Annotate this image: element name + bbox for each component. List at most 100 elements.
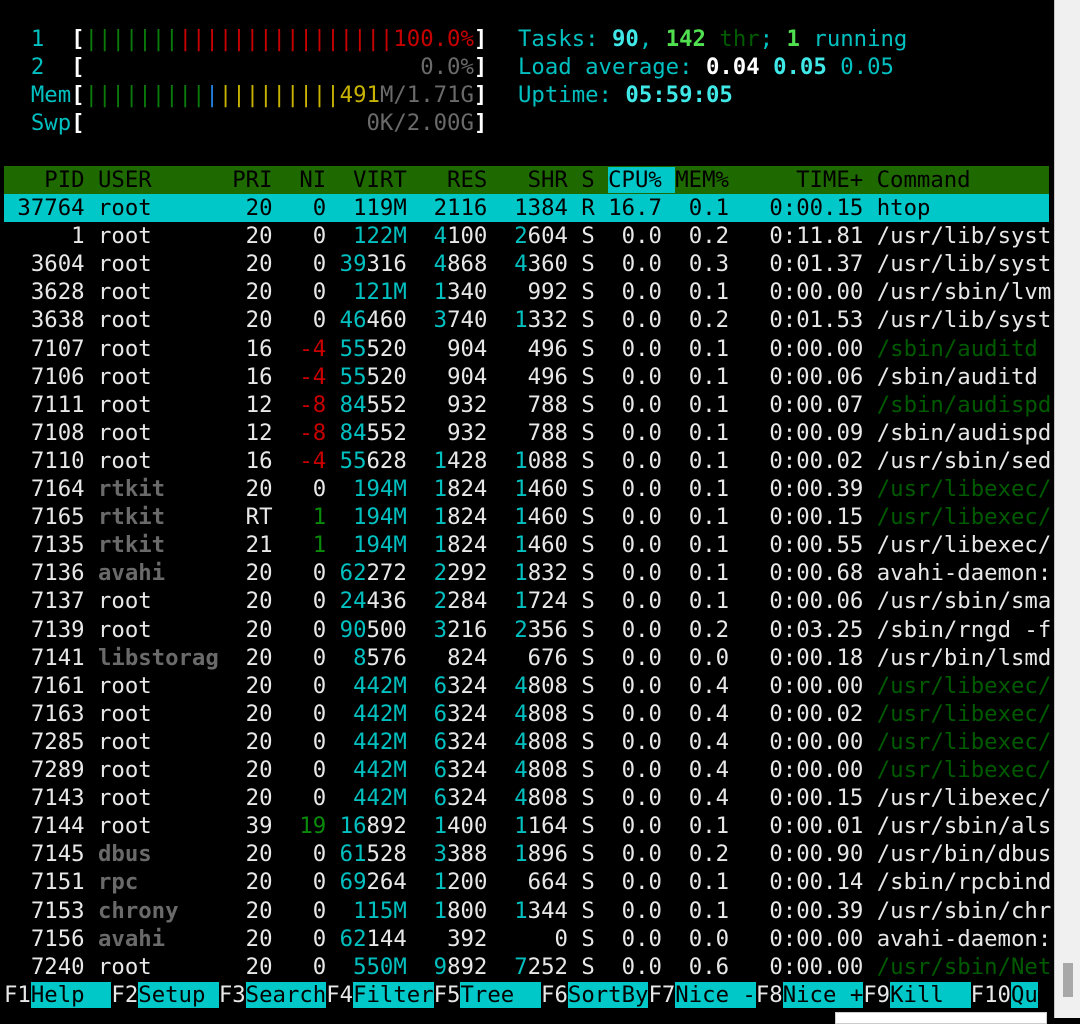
sp: [326, 757, 339, 783]
sp: [326, 869, 339, 895]
sp: [568, 673, 581, 699]
fkey-f10[interactable]: F10Qu: [971, 982, 1038, 1008]
scrollbar-thumb[interactable]: [1063, 963, 1073, 997]
process-row[interactable]: 3638 root 20 0 46460 3740 1332 S 0.0 0.2…: [4, 306, 1051, 334]
process-row[interactable]: 7285 root 20 0 442M 6324 4808 S 0.0 0.4 …: [4, 728, 1051, 756]
column-ni[interactable]: NI: [286, 167, 340, 193]
command: /usr/sbin/als: [876, 813, 1052, 840]
column-mem[interactable]: MEM%: [675, 167, 742, 193]
sp: [407, 307, 420, 333]
cpu1-label: 1: [30, 26, 45, 52]
process-row[interactable]: 7161 root 20 0 442M 6324 4808 S 0.0 0.4 …: [4, 672, 1051, 700]
column-res[interactable]: RES: [420, 167, 501, 193]
sp: [568, 476, 581, 502]
column-header[interactable]: PID USER PRI NI VIRT RES SHR S CPU% MEM%…: [4, 166, 1049, 194]
cpu-percent: 0.0: [608, 700, 676, 727]
column-pid[interactable]: PID: [4, 167, 98, 193]
res-high: 1: [433, 476, 448, 502]
cpu-percent: 0.0: [608, 757, 676, 783]
column-s[interactable]: S: [581, 167, 608, 193]
process-row[interactable]: 7135 rtkit 21 1 194M 1824 1460 S 0.0 0.1…: [4, 531, 1051, 559]
process-row[interactable]: 7144 root 39 19 16892 1400 1164 S 0.0 0.…: [4, 812, 1051, 840]
res-low: 216: [447, 616, 488, 643]
process-row[interactable]: 7137 root 20 0 24436 2284 1724 S 0.0 0.1…: [4, 587, 1051, 615]
res-pad: [420, 757, 433, 783]
virt-high: 24: [339, 588, 367, 615]
state: S: [581, 223, 609, 250]
fkey-f3[interactable]: F3Search: [219, 982, 327, 1008]
process-row[interactable]: 7289 root 20 0 442M 6324 4808 S 0.0 0.4 …: [4, 756, 1051, 784]
time: 0:00.15: [742, 195, 877, 221]
mem-percent: 0.1: [675, 195, 743, 221]
res: 1824: [420, 504, 488, 530]
process-row[interactable]: 7164 rtkit 20 0 194M 1824 1460 S 0.0 0.1…: [4, 475, 1051, 503]
fkey-f4[interactable]: F4Filter: [326, 982, 434, 1008]
scrollbar-track[interactable]: [1054, 0, 1080, 1018]
res-pad: [420, 392, 447, 418]
user: root: [97, 307, 233, 334]
sp: [487, 504, 500, 530]
process-row[interactable]: 7163 root 20 0 442M 6324 4808 S 0.0 0.4 …: [4, 700, 1051, 728]
process-row[interactable]: 7110 root 16 -4 55628 1428 1088 S 0.0 0.…: [4, 447, 1051, 475]
virt-high: 62: [339, 925, 367, 952]
process-row[interactable]: 3604 root 20 0 39316 4868 4360 S 0.0 0.3…: [4, 250, 1051, 278]
fkey-f7[interactable]: F7Nice -: [648, 982, 756, 1008]
fkey-f5[interactable]: F5Tree: [434, 982, 542, 1008]
process-row[interactable]: 7240 root 20 0 550M 9892 7252 S 0.0 0.6 …: [4, 953, 1051, 981]
nice: 0: [285, 672, 327, 699]
fkey-f8[interactable]: F8Nice +: [756, 982, 864, 1008]
process-row[interactable]: 7143 root 20 0 442M 6324 4808 S 0.0 0.4 …: [4, 784, 1051, 812]
user: root: [97, 335, 233, 362]
shr-pad: [501, 673, 514, 699]
process-row[interactable]: 7136 avahi 20 0 62272 2292 1832 S 0.0 0.…: [4, 559, 1051, 587]
fkey-f9[interactable]: F9Kill: [863, 982, 971, 1008]
column-cpu[interactable]: CPU%: [608, 167, 676, 193]
shr-low: 808: [527, 700, 568, 727]
column-command[interactable]: Command: [877, 167, 1052, 193]
sp: [568, 504, 581, 530]
column-shr[interactable]: SHR: [501, 167, 582, 193]
fkey-f1[interactable]: F1Help: [4, 982, 112, 1008]
pid: 3628: [4, 279, 98, 306]
sp: [568, 898, 581, 924]
process-row[interactable]: 7111 root 12 -8 84552 932 788 S 0.0 0.1 …: [4, 391, 1051, 419]
popup-edge: [835, 1012, 1047, 1024]
process-row[interactable]: 7156 avahi 20 0 62144 392 0 S 0.0 0.0 0:…: [4, 925, 1051, 953]
res-pad: [420, 364, 447, 390]
column-user[interactable]: USER: [98, 167, 232, 193]
process-row[interactable]: 7107 root 16 -4 55520 904 496 S 0.0 0.1 …: [4, 335, 1051, 363]
column-time[interactable]: TIME+: [742, 167, 876, 193]
sp: [326, 448, 339, 474]
shr: 496: [501, 364, 568, 390]
time: 0:01.53: [742, 307, 877, 334]
process-row[interactable]: 7153 chrony 20 0 115M 1800 1344 S 0.0 0.…: [4, 897, 1051, 925]
mem-percent: 0.2: [675, 841, 743, 868]
priority: 20: [232, 700, 286, 727]
priority: 20: [232, 785, 286, 812]
user: root: [97, 588, 233, 615]
command: /usr/libexec/: [876, 728, 1052, 755]
command: /usr/sbin/sma: [876, 588, 1052, 615]
priority: 20: [232, 728, 286, 755]
process-row[interactable]: 3628 root 20 0 121M 1340 992 S 0.0 0.1 0…: [4, 278, 1051, 306]
process-row[interactable]: 37764 root 20 0 119M 2116 1384 R 16.7 0.…: [4, 194, 1049, 222]
fkey-f6[interactable]: F6SortBy: [541, 982, 649, 1008]
process-row[interactable]: 7139 root 20 0 90500 3216 2356 S 0.0 0.2…: [4, 616, 1051, 644]
process-row[interactable]: 7141 libstorag 20 0 8576 824 676 S 0.0 0…: [4, 644, 1051, 672]
res-low: 400: [447, 813, 488, 840]
shr-high: 4: [514, 672, 528, 699]
process-row[interactable]: 7165 rtkit RT 1 194M 1824 1460 S 0.0 0.1…: [4, 503, 1051, 531]
process-row[interactable]: 1 root 20 0 122M 4100 2604 S 0.0 0.2 0:1…: [4, 222, 1051, 250]
res: 6324: [420, 757, 488, 783]
swap-label: Swp: [30, 110, 72, 136]
column-pri[interactable]: PRI: [232, 167, 286, 193]
load-average: Load average: 0.04 0.05 0.05: [518, 53, 894, 81]
process-row[interactable]: 7145 dbus 20 0 61528 3388 1896 S 0.0 0.2…: [4, 840, 1051, 868]
column-virt[interactable]: VIRT: [340, 167, 421, 193]
process-row[interactable]: 7151 rpc 20 0 69264 1200 664 S 0.0 0.1 0…: [4, 868, 1051, 896]
sp: [568, 954, 581, 980]
process-row[interactable]: 7106 root 16 -4 55520 904 496 S 0.0 0.1 …: [4, 363, 1051, 391]
shr-pad: [501, 785, 514, 811]
process-row[interactable]: 7108 root 12 -8 84552 932 788 S 0.0 0.1 …: [4, 419, 1051, 447]
fkey-f2[interactable]: F2Setup: [111, 982, 219, 1008]
